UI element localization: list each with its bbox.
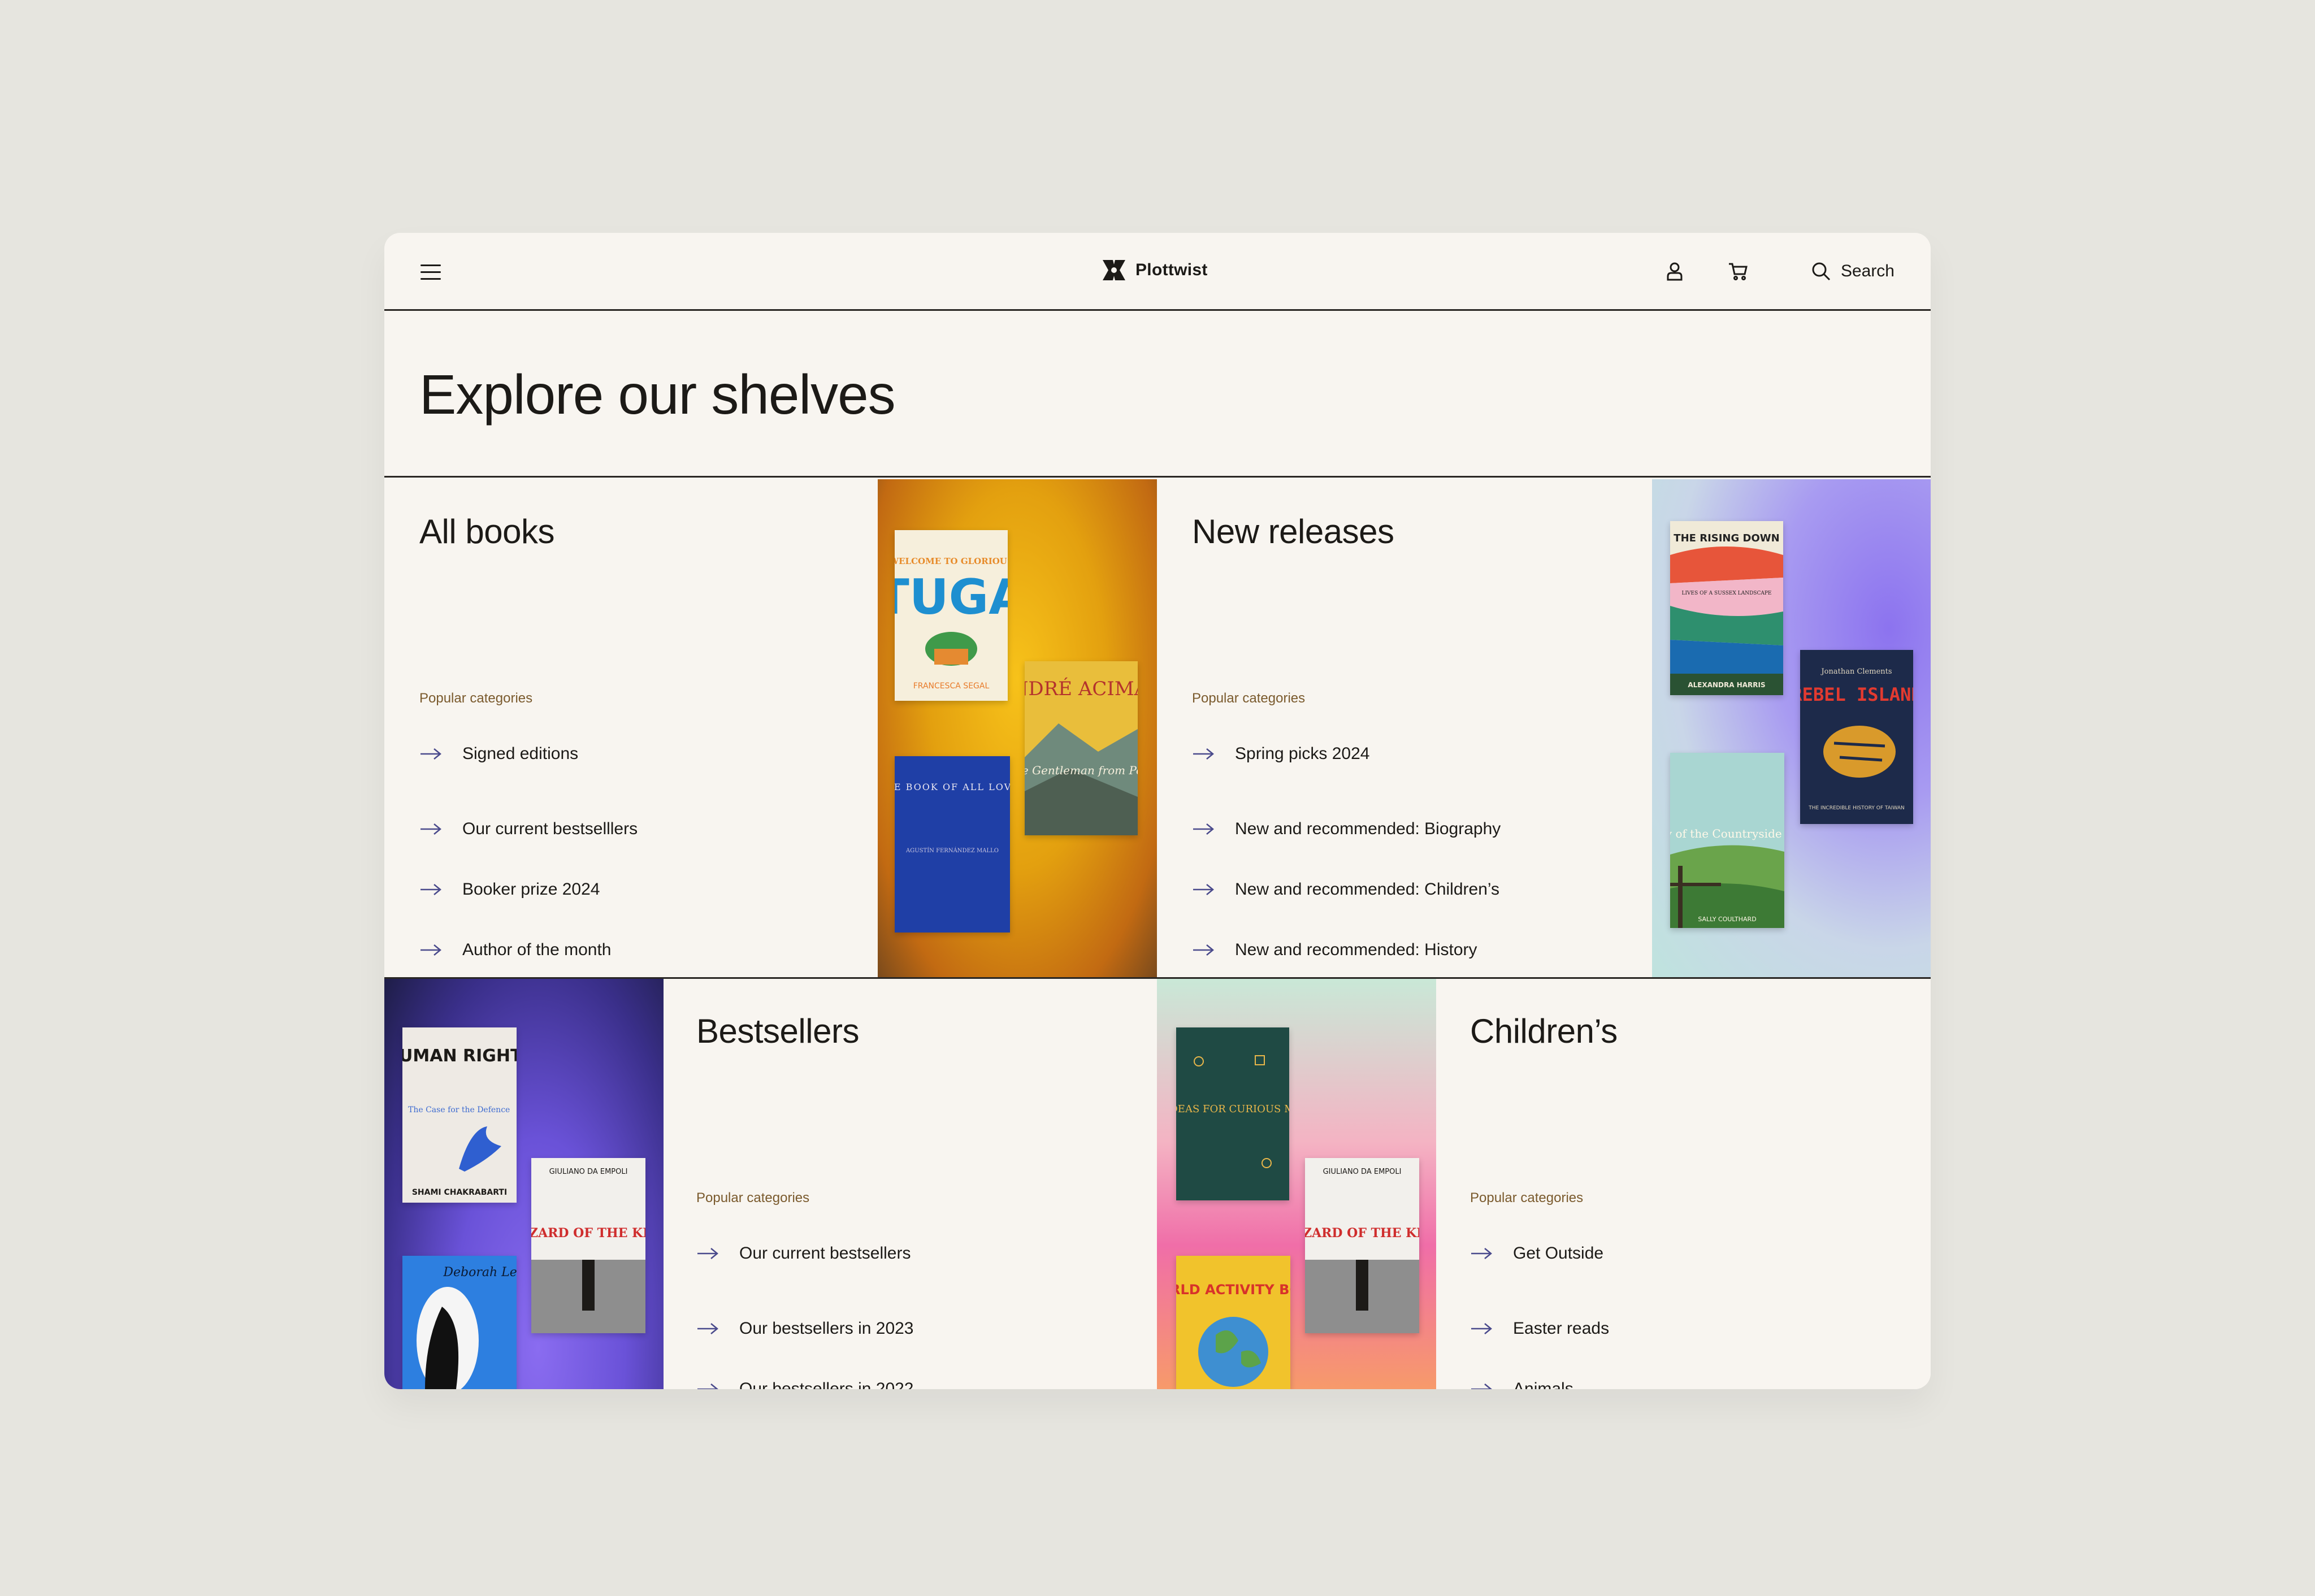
all-books-cover-collage[interactable]: WELCOME TO GLORIOUS TUGA FRANCESCA SEGAL… xyxy=(878,479,1157,977)
section-title[interactable]: Children’s xyxy=(1470,1012,1618,1051)
hamburger-menu-icon[interactable] xyxy=(420,264,441,280)
category-link[interactable]: Animals xyxy=(1470,1359,1609,1389)
category-link[interactable]: New and recommended: History xyxy=(1192,920,1501,980)
cover-text: GIULIANO DA EMPOLI xyxy=(1323,1168,1402,1176)
book-cover-human-rights[interactable]: HUMAN RIGHTS The Case for the Defence SH… xyxy=(402,1027,517,1203)
arrow-right-icon xyxy=(697,1322,718,1334)
cover-text: The Case for the Defence xyxy=(408,1105,510,1114)
cart-icon[interactable] xyxy=(1722,255,1754,287)
childrens-cover-collage[interactable]: BIG IDEAS FOR CURIOUS MINDS GIULIANO DA … xyxy=(1157,979,1436,1389)
arrow-right-icon xyxy=(1193,944,1214,956)
search-button[interactable]: Search xyxy=(1785,262,1895,281)
popular-categories-label: Popular categories xyxy=(419,691,533,706)
section-childrens: Children’s Popular categories Get Outsid… xyxy=(1436,979,1931,1389)
category-list: Spring picks 2024 New and recommended: B… xyxy=(1192,738,1501,980)
cover-text: The Gentleman from Peru xyxy=(1025,764,1138,777)
arrow-right-icon xyxy=(420,823,441,835)
bestsellers-cover-collage[interactable]: HUMAN RIGHTS The Case for the Defence SH… xyxy=(384,979,664,1389)
category-link[interactable]: Our current bestselllers xyxy=(419,799,638,859)
arrow-right-icon xyxy=(1193,823,1214,835)
cover-text: ANDRÉ ACIMAN xyxy=(1025,677,1138,700)
arrow-right-icon xyxy=(1193,748,1214,760)
section-title[interactable]: Bestsellers xyxy=(696,1012,859,1051)
cover-text: SHAMI CHAKRABARTI xyxy=(412,1188,507,1197)
category-link[interactable]: Our bestsellers in 2022 xyxy=(696,1359,914,1389)
category-link[interactable]: Easter reads xyxy=(1470,1298,1609,1359)
arrow-right-icon xyxy=(420,944,441,956)
top-navigation-bar: Plottwist Search xyxy=(384,233,1931,311)
book-cover-wizard-kremlin-2[interactable]: GIULIANO DA EMPOLI THE WIZARD OF THE KRE… xyxy=(1305,1158,1419,1333)
search-icon xyxy=(1812,262,1830,281)
brand-name: Plottwist xyxy=(1135,261,1208,279)
category-link[interactable]: Signed editions xyxy=(419,738,638,770)
cover-text: GIULIANO DA EMPOLI xyxy=(549,1168,628,1176)
cover-text: THE INCREDIBLE HISTORY OF TAIWAN xyxy=(1808,805,1905,811)
page-title: Explore our shelves xyxy=(419,363,896,426)
arrow-right-icon xyxy=(1471,1248,1492,1259)
cover-text: THE WIZARD OF THE KREMLIN xyxy=(531,1226,645,1241)
cover-text: THE RISING DOWN xyxy=(1674,532,1779,544)
cover-text: Jonathan Clements xyxy=(1820,667,1892,676)
category-link[interactable]: Get Outside xyxy=(1470,1238,1609,1269)
category-link[interactable]: New and recommended: Biography xyxy=(1192,799,1501,859)
new-releases-cover-collage[interactable]: THE RISING DOWN LIVES OF A SUSSEX LANDSC… xyxy=(1652,479,1931,977)
category-list: Get Outside Easter reads Animals xyxy=(1470,1238,1609,1389)
cover-text: LIVES OF A SUSSEX LANDSCAPE xyxy=(1682,591,1772,596)
cover-text: WELCOME TO GLORIOUS xyxy=(895,556,1008,566)
book-cover-wizard-kremlin[interactable]: GIULIANO DA EMPOLI THE WIZARD OF THE KRE… xyxy=(531,1158,645,1333)
popular-categories-label: Popular categories xyxy=(696,1190,810,1205)
book-cover-gentleman-from-peru[interactable]: ANDRÉ ACIMAN The Gentleman from Peru xyxy=(1025,661,1138,835)
section-all-books: All books Popular categories Signed edit… xyxy=(384,479,878,977)
category-link[interactable]: Spring picks 2024 xyxy=(1192,738,1501,770)
book-cover-rebel-island[interactable]: Jonathan Clements REBEL ISLAND THE INCRE… xyxy=(1800,650,1913,824)
arrow-right-icon xyxy=(697,1383,718,1389)
book-cover-deborah-levy[interactable]: Deborah Levy xyxy=(402,1256,517,1389)
cover-text: Deborah Levy xyxy=(443,1265,517,1280)
cover-text: AGUSTÍN FERNÁNDEZ MALLO xyxy=(905,847,999,854)
cover-text: SALLY COULTHARD xyxy=(1698,916,1756,923)
cover-text: TUGA xyxy=(895,569,1008,626)
cover-text: ALEXANDRA HARRIS xyxy=(1688,681,1765,689)
cover-text: WORLD ACTIVITY BOOK xyxy=(1176,1282,1290,1298)
category-list: Our current bestsellers Our bestsellers … xyxy=(696,1238,914,1389)
cover-text: FRANCESCA SEGAL xyxy=(913,682,990,691)
arrow-right-icon xyxy=(420,883,441,895)
arrow-right-icon xyxy=(1471,1322,1492,1334)
section-bestsellers: Bestsellers Popular categories Our curre… xyxy=(664,979,1157,1389)
book-cover-rising-down[interactable]: THE RISING DOWN LIVES OF A SUSSEX LANDSC… xyxy=(1670,521,1783,695)
category-link[interactable]: Our current bestsellers xyxy=(696,1238,914,1269)
category-list: Signed editions Our current bestselllers… xyxy=(419,738,638,980)
section-new-releases: New releases Popular categories Spring p… xyxy=(1157,479,1652,977)
book-cover-all-loves[interactable]: THE BOOK OF ALL LOVES AGUSTÍN FERNÁNDEZ … xyxy=(895,756,1010,933)
arrow-right-icon xyxy=(1193,883,1214,895)
cover-text: HUMAN RIGHTS xyxy=(402,1046,517,1066)
section-title[interactable]: New releases xyxy=(1192,512,1394,551)
book-cover-world-activity[interactable]: WORLD ACTIVITY BOOK xyxy=(1176,1256,1290,1389)
section-title[interactable]: All books xyxy=(419,512,554,551)
book-cover-brief-history-countryside[interactable]: A Brief History of the Countryside in 10… xyxy=(1670,753,1784,928)
book-cover-big-ideas[interactable]: BIG IDEAS FOR CURIOUS MINDS xyxy=(1176,1027,1289,1200)
arrow-right-icon xyxy=(420,748,441,760)
category-link[interactable]: Our bestsellers in 2023 xyxy=(696,1298,914,1359)
popular-categories-label: Popular categories xyxy=(1470,1190,1584,1205)
arrow-right-icon xyxy=(1471,1383,1492,1389)
cover-text: BIG IDEAS FOR CURIOUS MINDS xyxy=(1176,1103,1289,1115)
app-window: Plottwist Search Explore our shelves All… xyxy=(384,233,1931,1389)
brand-logo-link[interactable]: Plottwist xyxy=(1100,258,1208,283)
account-icon[interactable] xyxy=(1659,255,1690,287)
brand-logo-icon xyxy=(1103,260,1125,280)
cover-text: THE BOOK OF ALL LOVES xyxy=(895,782,1010,792)
cover-text: A Brief History of the Countryside in 10… xyxy=(1670,827,1784,840)
category-link[interactable]: Booker prize 2024 xyxy=(419,859,638,920)
book-cover-tuga[interactable]: WELCOME TO GLORIOUS TUGA FRANCESCA SEGAL xyxy=(895,530,1008,701)
arrow-right-icon xyxy=(697,1248,718,1259)
category-link[interactable]: New and recommended: Children’s xyxy=(1192,859,1501,920)
search-label: Search xyxy=(1840,262,1895,280)
category-link[interactable]: Author of the month xyxy=(419,920,638,980)
popular-categories-label: Popular categories xyxy=(1192,691,1306,706)
page-header: Explore our shelves xyxy=(384,311,1931,478)
cover-text: THE WIZARD OF THE KREMLIN xyxy=(1305,1226,1419,1241)
cover-text: REBEL ISLAND xyxy=(1800,684,1913,705)
